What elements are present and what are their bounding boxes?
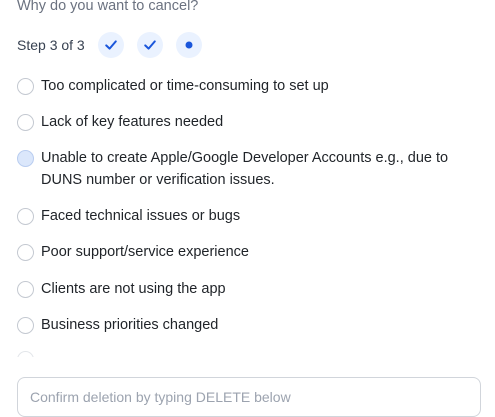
reason-label: Faced technical issues or bugs	[41, 208, 241, 224]
step-1-complete	[97, 32, 124, 58]
check-icon	[143, 40, 156, 50]
step-progress: Step 3 of 3	[17, 32, 215, 58]
reason-option[interactable]: Lack of key features needed	[17, 112, 487, 133]
reason-option[interactable]: Too complicated or time-consuming to set…	[17, 76, 487, 97]
reason-label: Too complicated or time-consuming to set…	[41, 78, 329, 94]
radio-button[interactable]	[17, 78, 34, 95]
reason-option[interactable]: Faced technical issues or bugs	[17, 206, 487, 227]
reason-label: Unable to create Apple/Google Developer …	[41, 150, 449, 188]
reason-option[interactable]: Clients are not using the app	[17, 279, 487, 300]
dot-icon	[185, 41, 193, 49]
radio-button[interactable]	[17, 317, 34, 334]
radio-button[interactable]	[17, 114, 34, 131]
radio-button[interactable]	[17, 150, 34, 167]
reason-option[interactable]: Business priorities changed	[17, 315, 487, 336]
reason-label: Business priorities changed	[41, 317, 219, 333]
step-label: Step 3 of 3	[17, 37, 85, 53]
reason-option[interactable]: Poor support/service experience	[17, 242, 487, 263]
radio-button-partially-hidden[interactable]	[17, 351, 34, 357]
radio-button[interactable]	[17, 208, 34, 225]
step-3-current	[175, 32, 202, 58]
reason-label: Lack of key features needed	[41, 114, 224, 130]
step-2-complete	[136, 32, 163, 58]
radio-button[interactable]	[17, 281, 34, 298]
reason-label: Clients are not using the app	[41, 281, 226, 297]
confirm-delete-input[interactable]	[17, 377, 481, 417]
radio-button[interactable]	[17, 244, 34, 261]
form-title: Why do you want to cancel?	[17, 0, 199, 14]
check-icon	[104, 40, 117, 50]
reason-option[interactable]: Unable to create Apple/Google Developer …	[17, 148, 487, 191]
reason-label: Poor support/service experience	[41, 244, 249, 260]
